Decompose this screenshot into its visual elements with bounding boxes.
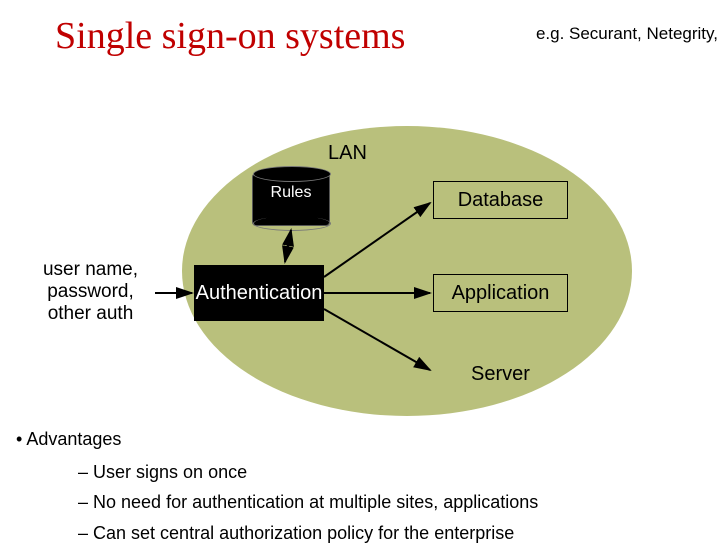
creds-line3: other auth	[48, 303, 134, 324]
subtitle-examples: e.g. Securant, Netegrity,	[536, 24, 718, 44]
application-box: Application	[433, 274, 568, 312]
list-item: No need for authentication at multiple s…	[78, 491, 538, 514]
auth-label: Authentication	[196, 283, 323, 304]
credentials-label: user name, password, other auth	[18, 259, 163, 325]
auth-block: Authentication	[194, 265, 324, 321]
list-item: User signs on once	[78, 461, 538, 484]
advantages-section: Advantages User signs on once No need fo…	[16, 428, 538, 552]
page-title: Single sign-on systems	[55, 14, 405, 58]
creds-line2: password,	[47, 281, 134, 302]
application-label: Application	[452, 282, 550, 305]
creds-line1: user name,	[43, 259, 138, 280]
server-label: Server	[471, 363, 530, 386]
list-item: Can set central authorization policy for…	[78, 522, 538, 545]
rules-label: Rules	[271, 184, 312, 201]
lan-label: LAN	[328, 142, 367, 165]
advantages-heading: Advantages	[26, 429, 121, 449]
server-box: Server	[433, 355, 568, 393]
database-label: Database	[458, 189, 544, 212]
database-box: Database	[433, 181, 568, 219]
rules-cylinder: Rules	[252, 173, 330, 226]
